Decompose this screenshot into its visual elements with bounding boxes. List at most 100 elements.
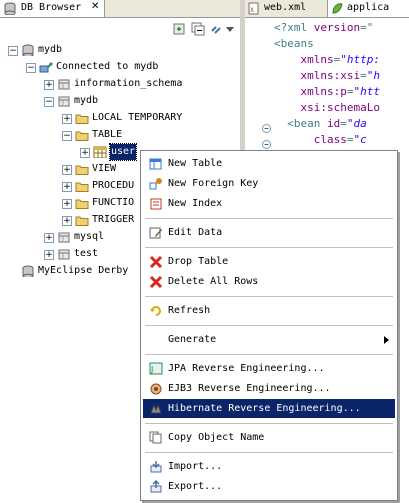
menu-item-generate[interactable]: Generate bbox=[143, 330, 395, 349]
menu-item-refresh[interactable]: Refresh bbox=[143, 301, 395, 320]
menu-item-hibernate-reverse-engineering[interactable]: Hibernate Reverse Engineering... bbox=[143, 399, 395, 418]
menu-item-delete-all-rows[interactable]: Delete All Rows bbox=[143, 272, 395, 291]
collapse-icon[interactable]: − bbox=[26, 63, 36, 73]
tree-item-label: Connected to mydb bbox=[56, 61, 159, 72]
new-table-icon bbox=[149, 158, 162, 170]
menu-item-label: New Table bbox=[168, 158, 223, 169]
tree-item[interactable]: − mydb bbox=[0, 93, 240, 109]
foreign-key-icon bbox=[149, 178, 162, 190]
expand-icon[interactable]: + bbox=[62, 216, 72, 226]
database-icon bbox=[22, 265, 34, 277]
menu-item-label: JPA Reverse Engineering... bbox=[168, 363, 325, 374]
tree-item-label: mydb bbox=[38, 44, 63, 55]
hibernate-icon bbox=[150, 403, 162, 414]
collapse-icon[interactable]: − bbox=[44, 97, 54, 107]
expand-icon[interactable]: + bbox=[44, 250, 54, 260]
folder-icon bbox=[75, 114, 89, 124]
folder-icon bbox=[75, 216, 89, 226]
drop-icon bbox=[149, 255, 163, 268]
link-editor-icon[interactable] bbox=[209, 21, 225, 37]
menu-item-label: Delete All Rows bbox=[168, 276, 259, 287]
menu-item-label: Import... bbox=[168, 461, 223, 472]
expand-icon[interactable]: + bbox=[44, 80, 54, 90]
tree-item[interactable]: − Connected to mydb bbox=[0, 59, 240, 75]
schema-icon bbox=[58, 249, 70, 260]
new-connection-icon[interactable] bbox=[172, 21, 188, 37]
tree-item-label: mydb bbox=[74, 95, 99, 106]
fold-collapse-icon[interactable] bbox=[262, 140, 271, 149]
expand-icon[interactable]: + bbox=[44, 233, 54, 243]
collapse-icon[interactable]: − bbox=[62, 131, 72, 141]
menu-separator bbox=[145, 247, 393, 248]
menu-item-label: Export... bbox=[168, 481, 223, 492]
menu-item-import[interactable]: Import... bbox=[143, 457, 395, 476]
menu-separator bbox=[145, 452, 393, 453]
tree-item-label: LOCAL TEMPORARY bbox=[92, 112, 183, 123]
view-menu-icon[interactable] bbox=[224, 21, 240, 37]
index-icon bbox=[150, 198, 162, 210]
schema-icon bbox=[58, 96, 70, 107]
database-icon bbox=[4, 2, 16, 15]
collapse-icon[interactable]: − bbox=[8, 46, 18, 56]
menu-separator bbox=[145, 218, 393, 219]
submenu-arrow-icon bbox=[384, 336, 389, 344]
expand-icon[interactable]: + bbox=[62, 199, 72, 209]
expand-icon[interactable]: + bbox=[62, 165, 72, 175]
expand-icon[interactable]: + bbox=[62, 182, 72, 192]
tree-item[interactable]: + information_schema bbox=[0, 76, 240, 92]
xml-file-icon: X bbox=[248, 2, 259, 15]
code-line: <?xml version=" bbox=[274, 21, 374, 34]
tab-label: web.xml bbox=[264, 2, 307, 13]
svg-text:J: J bbox=[150, 365, 153, 374]
folder-icon bbox=[75, 199, 89, 209]
expand-icon[interactable]: + bbox=[80, 148, 90, 158]
folder-icon bbox=[75, 182, 89, 192]
tree-item-label: information_schema bbox=[74, 78, 183, 89]
tab-web-xml[interactable]: X web.xml bbox=[245, 0, 328, 17]
code-line: class="c bbox=[274, 133, 367, 146]
code-line: xmlns:p="htt bbox=[274, 85, 380, 98]
tree-item[interactable]: − TABLE bbox=[0, 127, 240, 143]
expand-icon[interactable]: + bbox=[62, 114, 72, 124]
menu-item-jpa-reverse-engineering[interactable]: J JPA Reverse Engineering... bbox=[143, 359, 395, 378]
db-browser-tab[interactable]: DB Browser ✕ bbox=[0, 0, 105, 17]
connection-icon bbox=[39, 62, 53, 73]
tree-item-label: VIEW bbox=[92, 163, 117, 174]
tab-applicationcontext[interactable]: applica bbox=[328, 0, 409, 17]
menu-item-label: New Foreign Key bbox=[168, 178, 259, 189]
folder-icon bbox=[75, 131, 89, 141]
menu-item-label: EJB3 Reverse Engineering... bbox=[168, 383, 331, 394]
fold-collapse-icon[interactable] bbox=[262, 124, 271, 133]
menu-item-label: Generate bbox=[168, 334, 217, 345]
tree-item-label: PROCEDU bbox=[92, 180, 135, 191]
menu-separator bbox=[145, 296, 393, 297]
menu-item-label: Edit Data bbox=[168, 227, 223, 238]
collapse-all-icon[interactable] bbox=[190, 21, 206, 37]
menu-item-new-table[interactable]: New Table bbox=[143, 154, 395, 173]
svg-text:X: X bbox=[250, 7, 254, 14]
menu-item-edit-data[interactable]: Edit Data bbox=[143, 223, 395, 242]
menu-item-new-foreign-key[interactable]: New Foreign Key bbox=[143, 174, 395, 193]
refresh-icon bbox=[150, 306, 161, 316]
menu-item-new-index[interactable]: New Index bbox=[143, 194, 395, 213]
tree-item[interactable]: − mydb bbox=[0, 42, 240, 58]
close-icon[interactable]: ✕ bbox=[91, 1, 99, 12]
schema-icon bbox=[58, 79, 70, 90]
tab-label: applica bbox=[347, 2, 390, 13]
menu-item-label: Copy Object Name bbox=[168, 432, 265, 443]
code-line: xsi:schemaLo bbox=[274, 101, 380, 114]
menu-item-copy-object-name[interactable]: Copy Object Name bbox=[143, 428, 395, 447]
tree-item-label: TRIGGER bbox=[92, 214, 135, 225]
view-toolbar bbox=[0, 18, 240, 42]
code-line: xmlns:xsi="h bbox=[274, 69, 380, 82]
menu-item-export[interactable]: Export... bbox=[143, 477, 395, 496]
menu-item-ejb3-reverse-engineering[interactable]: EJB3 Reverse Engineering... bbox=[143, 379, 395, 398]
menu-item-drop-table[interactable]: Drop Table bbox=[143, 252, 395, 271]
tree-item-label: user bbox=[108, 143, 138, 161]
delete-rows-icon bbox=[149, 275, 163, 288]
code-line: xmlns="http: bbox=[274, 53, 380, 66]
tree-item[interactable]: + LOCAL TEMPORARY bbox=[0, 110, 240, 126]
tree-item-label: TABLE bbox=[92, 129, 123, 140]
tree-item-label: test bbox=[74, 248, 99, 259]
tree-item-label: mysql bbox=[74, 231, 105, 242]
